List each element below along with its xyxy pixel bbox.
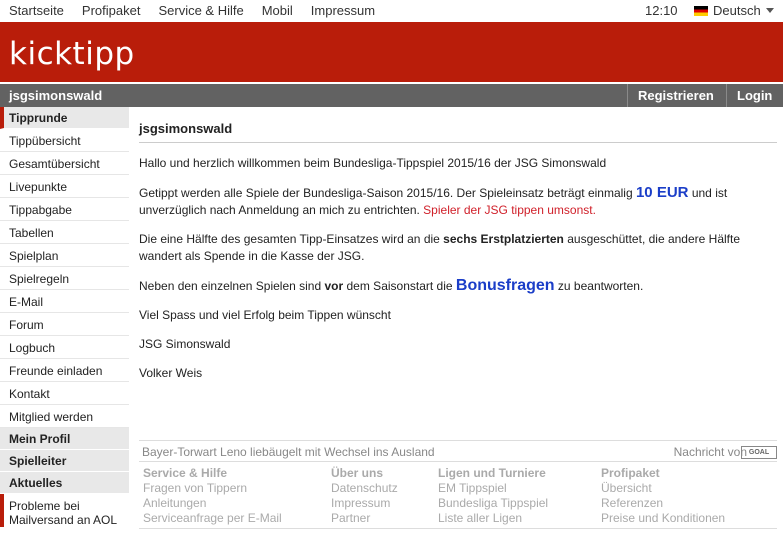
footer-column-profipaket: Profipaket Übersicht Referenzen Preise u… [601, 466, 725, 526]
sidebar-item-forum[interactable]: Forum [0, 313, 129, 336]
page-title: jsgsimonswald [139, 121, 777, 143]
group-name[interactable]: jsgsimonswald [9, 88, 102, 103]
nav-link-startseite[interactable]: Startseite [9, 3, 64, 18]
sidebar-item-logbuch[interactable]: Logbuch [0, 336, 129, 359]
register-button[interactable]: Registrieren [627, 84, 726, 107]
footer-column-service: Service & Hilfe Fragen von Tippern Anlei… [143, 466, 282, 526]
sidebar-item-tippabgabe[interactable]: Tippabgabe [0, 198, 129, 221]
signature-org: JSG Simonswald [139, 337, 231, 351]
footer-column-ligen: Ligen und Turniere EM Tippspiel Bundesli… [438, 466, 548, 526]
top-navigation: Startseite Profipaket Service & Hilfe Mo… [0, 0, 783, 22]
sidebar-item-kontakt[interactable]: Kontakt [0, 382, 129, 405]
footer-link[interactable]: Preise und Konditionen [601, 511, 725, 526]
bonus-text-1: Neben den einzelnen Spielen sind [139, 279, 325, 293]
main-content: jsgsimonswald Hallo und herzlich willkom… [139, 107, 777, 382]
stake-note: Spieler der JSG tippen umsonst. [423, 203, 596, 217]
footer-link[interactable]: Liste aller Ligen [438, 511, 548, 526]
footer-link[interactable]: Bundesliga Tippspiel [438, 496, 548, 511]
sidebar-item-gesamtuebersicht[interactable]: Gesamtübersicht [0, 152, 129, 175]
nav-link-mobil[interactable]: Mobil [262, 3, 293, 18]
group-bar: jsgsimonswald Registrieren Login [0, 84, 783, 107]
footer-column-ueber-uns: Über uns Datenschutz Impressum Partner [331, 466, 398, 526]
welcome-text: Hallo und herzlich willkommen beim Bunde… [139, 156, 607, 170]
sidebar: Tipprunde Tippübersicht Gesamtübersicht … [0, 107, 129, 535]
top-nav-links: Startseite Profipaket Service & Hilfe Mo… [9, 3, 393, 18]
language-selector[interactable]: Deutsch [694, 3, 774, 18]
footer-link[interactable]: Fragen von Tippern [143, 481, 282, 496]
payout-text-1: Die eine Hälfte des gesamten Tipp-Einsat… [139, 232, 444, 246]
login-button[interactable]: Login [726, 84, 783, 107]
goal-logo[interactable]: GOAL [741, 446, 777, 459]
sidebar-item-tabellen[interactable]: Tabellen [0, 221, 129, 244]
news-headline[interactable]: Bayer-Torwart Leno liebäugelt mit Wechse… [142, 445, 435, 459]
footer-link[interactable]: Übersicht [601, 481, 725, 496]
sidebar-item-email[interactable]: E-Mail [0, 290, 129, 313]
sidebar-item-spielregeln[interactable]: Spielregeln [0, 267, 129, 290]
site-header: kicktipp [0, 22, 783, 82]
footer-link[interactable]: Datenschutz [331, 481, 398, 496]
bonus-text-2: dem Saisonstart die [343, 279, 456, 293]
sidebar-heading-mein-profil[interactable]: Mein Profil [0, 428, 129, 450]
sidebar-item-tippuebersicht[interactable]: Tippübersicht [0, 129, 129, 152]
site-footer: Service & Hilfe Fragen von Tippern Anlei… [139, 463, 777, 529]
footer-link[interactable]: Referenzen [601, 496, 725, 511]
sidebar-item-livepunkte[interactable]: Livepunkte [0, 175, 129, 198]
kicktipp-logo[interactable]: kicktipp [9, 36, 135, 72]
sidebar-item-mitglied-werden[interactable]: Mitglied werden [0, 405, 129, 428]
german-flag-icon [694, 5, 708, 16]
footer-heading: Service & Hilfe [143, 466, 228, 480]
news-ticker: Bayer-Torwart Leno liebäugelt mit Wechse… [139, 440, 777, 462]
bonus-paragraph: Neben den einzelnen Spielen sind vor dem… [139, 277, 777, 295]
nav-link-profipaket[interactable]: Profipaket [82, 3, 141, 18]
footer-heading: Profipaket [601, 466, 660, 480]
sidebar-news-item[interactable]: Probleme bei Mailversand an AOL [0, 494, 129, 527]
sidebar-heading-aktuelles: Aktuelles [0, 472, 129, 494]
sidebar-heading-tipprunde[interactable]: Tipprunde [0, 107, 129, 129]
footer-link[interactable]: Anleitungen [143, 496, 282, 511]
footer-heading: Über uns [331, 466, 384, 480]
language-label: Deutsch [713, 3, 761, 18]
footer-link[interactable]: Partner [331, 511, 398, 526]
nav-link-service-hilfe[interactable]: Service & Hilfe [158, 3, 243, 18]
bonus-text-3: zu beantworten. [554, 279, 644, 293]
signature-name: Volker Weis [139, 366, 203, 380]
sidebar-heading-spielleiter[interactable]: Spielleiter [0, 450, 129, 472]
footer-heading: Ligen und Turniere [438, 466, 546, 480]
closing-text: Viel Spass und viel Erfolg beim Tippen w… [139, 308, 391, 322]
sidebar-item-spielplan[interactable]: Spielplan [0, 244, 129, 267]
payout-bold: sechs Erstplatzierten [443, 232, 564, 246]
clock-time: 12:10 [645, 3, 678, 18]
bonus-bold-vor: vor [324, 279, 344, 293]
footer-link[interactable]: EM Tippspiel [438, 481, 548, 496]
news-source-label: Nachricht von [673, 445, 747, 459]
sidebar-item-freunde-einladen[interactable]: Freunde einladen [0, 359, 129, 382]
chevron-down-icon [765, 8, 774, 13]
nav-link-impressum[interactable]: Impressum [311, 3, 375, 18]
footer-link[interactable]: Impressum [331, 496, 398, 511]
stake-paragraph: Getippt werden alle Spiele der Bundeslig… [139, 184, 777, 219]
bonus-questions-label: Bonusfragen [455, 277, 555, 294]
stake-text-1: Getippt werden alle Spiele der Bundeslig… [139, 186, 636, 200]
stake-amount: 10 EUR [635, 184, 689, 201]
payout-paragraph: Die eine Hälfte des gesamten Tipp-Einsat… [139, 231, 777, 265]
footer-link[interactable]: Serviceanfrage per E-Mail [143, 511, 282, 526]
